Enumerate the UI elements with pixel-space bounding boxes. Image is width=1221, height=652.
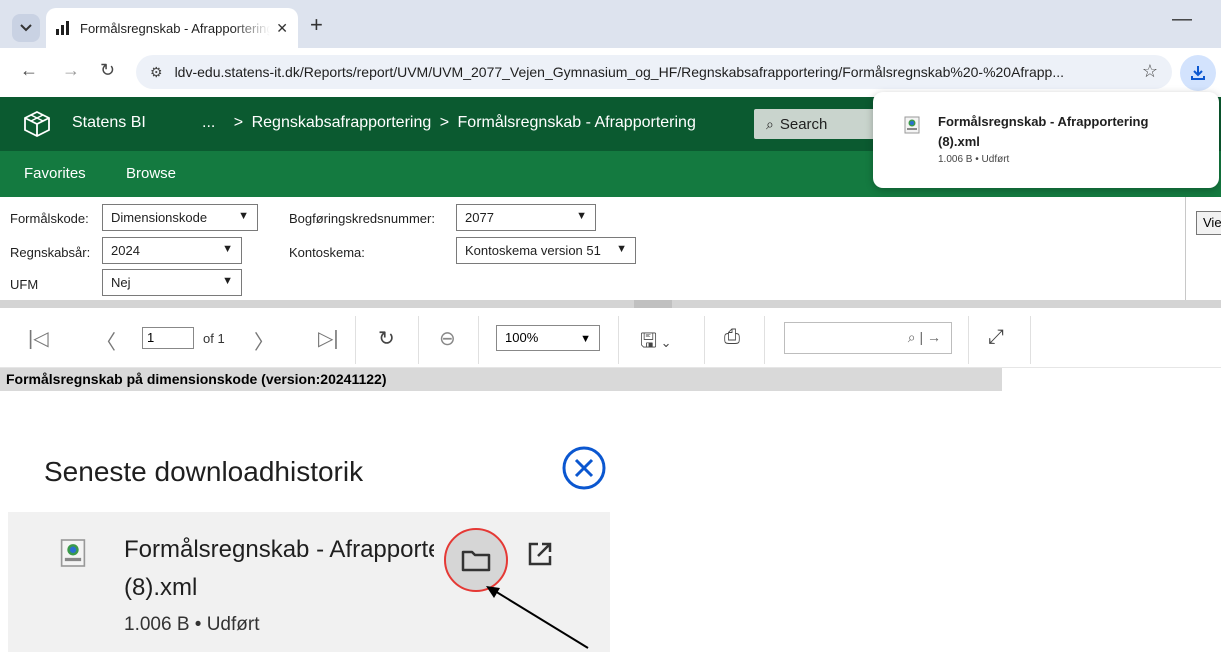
browser-tab[interactable]: Formålsregnskab - Afrapportering ✕ [46, 8, 298, 48]
new-tab-button[interactable]: + [310, 14, 323, 36]
toolbar-divider [1030, 316, 1031, 364]
chevron-down-icon: ▼ [576, 210, 587, 222]
history-filename-ext[interactable]: (8).xml [124, 574, 197, 602]
url-text[interactable]: ldv-edu.statens-it.dk/Reports/report/UVM… [175, 64, 1115, 80]
history-status: 1.006 B • Udført [124, 614, 260, 635]
reload-icon[interactable]: ↻ [100, 60, 115, 81]
xml-file-icon [904, 116, 920, 139]
find-input[interactable]: ⌕ | → [784, 322, 952, 354]
regnskabsar-value: 2024 [111, 243, 140, 258]
parameter-divider [1185, 197, 1186, 300]
show-in-folder-button[interactable] [444, 528, 508, 592]
chevron-down-icon: ▼ [238, 210, 249, 222]
report-parameters: Formålskode: Dimensionskode ▼ Bogførings… [0, 197, 1221, 300]
ufm-select[interactable]: Nej ▼ [102, 269, 242, 296]
site-settings-icon[interactable]: ⚙ [150, 64, 163, 81]
minimize-window-button[interactable]: — [1172, 8, 1192, 31]
downloads-button[interactable] [1180, 55, 1216, 91]
last-page-icon[interactable]: ▷| [318, 326, 339, 351]
chevron-down-icon: ▼ [222, 243, 233, 255]
bar-chart-icon [56, 21, 72, 35]
toolbar-divider [355, 316, 356, 364]
back-to-parent-icon[interactable]: ⊖ [439, 326, 456, 351]
breadcrumb-current: Formålsregnskab - Afrapportering [457, 114, 696, 131]
close-tab-icon[interactable]: ✕ [276, 20, 288, 37]
breadcrumb-separator: > [439, 114, 450, 131]
close-history-icon[interactable] [562, 446, 606, 495]
regnskabsar-select[interactable]: 2024 ▼ [102, 237, 242, 264]
download-icon [1191, 66, 1205, 80]
formalskode-value: Dimensionskode [111, 210, 208, 225]
kontoskema-value: Kontoskema version 51 [465, 243, 601, 258]
splitter-grip[interactable] [634, 300, 672, 308]
toolbar-divider [764, 316, 765, 364]
back-icon[interactable]: ← [20, 60, 38, 81]
download-status: 1.006 B • Udført [938, 154, 1010, 165]
first-page-icon[interactable]: |◁ [28, 326, 49, 351]
parameter-splitter[interactable] [0, 300, 1221, 308]
nav-favorites[interactable]: Favorites [24, 165, 86, 182]
bookmark-star-icon[interactable]: ☆ [1142, 61, 1158, 82]
xml-file-icon [60, 538, 86, 573]
page-count: of 1 [203, 331, 225, 346]
toolbar-divider [618, 316, 619, 364]
chevron-down-icon: ▼ [616, 243, 627, 255]
search-label: Search [779, 115, 828, 133]
kontoskema-label: Kontoskema: [289, 245, 365, 260]
ufm-value: Nej [111, 275, 131, 290]
kontoskema-select[interactable]: Kontoskema version 51 ▼ [456, 237, 636, 264]
chevron-down-icon [20, 24, 32, 32]
bogforing-label: Bogføringskredsnummer: [289, 211, 435, 226]
toolbar-divider [704, 316, 705, 364]
find-next-icon[interactable]: ⌕ | → [908, 329, 941, 346]
next-page-icon[interactable]: 〉 [254, 326, 274, 355]
chevron-down-icon: ▼ [580, 333, 591, 345]
refresh-icon[interactable]: ↻ [378, 326, 395, 351]
nav-browse[interactable]: Browse [126, 165, 176, 182]
download-bubble[interactable]: Formålsregnskab - Afrapportering (8).xml… [873, 92, 1219, 188]
fullscreen-icon[interactable]: ⤢ [988, 326, 1004, 349]
breadcrumb: ... > Regnskabsafrapportering > Formålsr… [202, 114, 700, 132]
chevron-down-icon: ⌄ [657, 335, 672, 350]
report-title: Formålsregnskab på dimensionskode (versi… [0, 368, 1002, 391]
breadcrumb-regnskabsafrapportering[interactable]: Regnskabsafrapportering [252, 114, 432, 131]
history-filename[interactable]: Formålsregnskab - Afrapportering [124, 536, 434, 564]
tab-search-button[interactable] [12, 14, 40, 42]
zoom-value: 100% [505, 330, 539, 345]
bogforing-value: 2077 [465, 210, 494, 225]
toolbar-divider [418, 316, 419, 364]
toolbar-divider [478, 316, 479, 364]
save-export-icon[interactable]: 🖫 ⌄ [640, 326, 672, 360]
formalskode-label: Formålskode: [10, 211, 89, 226]
chevron-down-icon: ▼ [222, 275, 233, 287]
forward-icon[interactable]: → [62, 60, 80, 81]
bogforing-select[interactable]: 2077 ▼ [456, 204, 596, 231]
browser-tab-strip: Formålsregnskab - Afrapportering ✕ + — [0, 0, 1221, 48]
folder-icon [461, 550, 491, 572]
regnskabsar-label: Regnskabsår: [10, 245, 91, 260]
previous-page-icon[interactable]: 〈 [96, 326, 116, 355]
history-item[interactable]: Formålsregnskab - Afrapportering (8).xml… [8, 512, 610, 652]
ufm-label: UFM [10, 277, 39, 292]
breadcrumb-separator: > [233, 114, 244, 131]
address-bar-row: ← → ↻ ⚙ ldv-edu.statens-it.dk/Reports/re… [0, 48, 1221, 97]
tab-title: Formålsregnskab - Afrapportering [80, 20, 270, 36]
address-bar[interactable]: ⚙ ldv-edu.statens-it.dk/Reports/report/U… [136, 55, 1172, 89]
open-file-icon[interactable] [526, 540, 554, 573]
history-title: Seneste downloadhistorik [44, 456, 364, 487]
view-report-button[interactable]: View Report [1196, 211, 1221, 235]
report-toolbar: |◁ 〈 1 of 1 〉 ▷| ↻ ⊖ 100% ▼ 🖫 ⌄ ⎙ ⌕ | → … [0, 308, 1221, 368]
toolbar-divider [968, 316, 969, 364]
search-icon: ⌕ [766, 115, 774, 132]
page-number-input[interactable]: 1 [142, 327, 194, 349]
print-icon[interactable]: ⎙ [724, 326, 740, 349]
statens-bi-logo-icon[interactable] [22, 110, 52, 143]
download-filename[interactable]: Formålsregnskab - Afrapportering (8).xml [938, 112, 1178, 152]
breadcrumb-ellipsis[interactable]: ... [202, 114, 215, 131]
app-name[interactable]: Statens BI [72, 114, 146, 132]
formalskode-select[interactable]: Dimensionskode ▼ [102, 204, 258, 231]
zoom-select[interactable]: 100% ▼ [496, 325, 600, 351]
